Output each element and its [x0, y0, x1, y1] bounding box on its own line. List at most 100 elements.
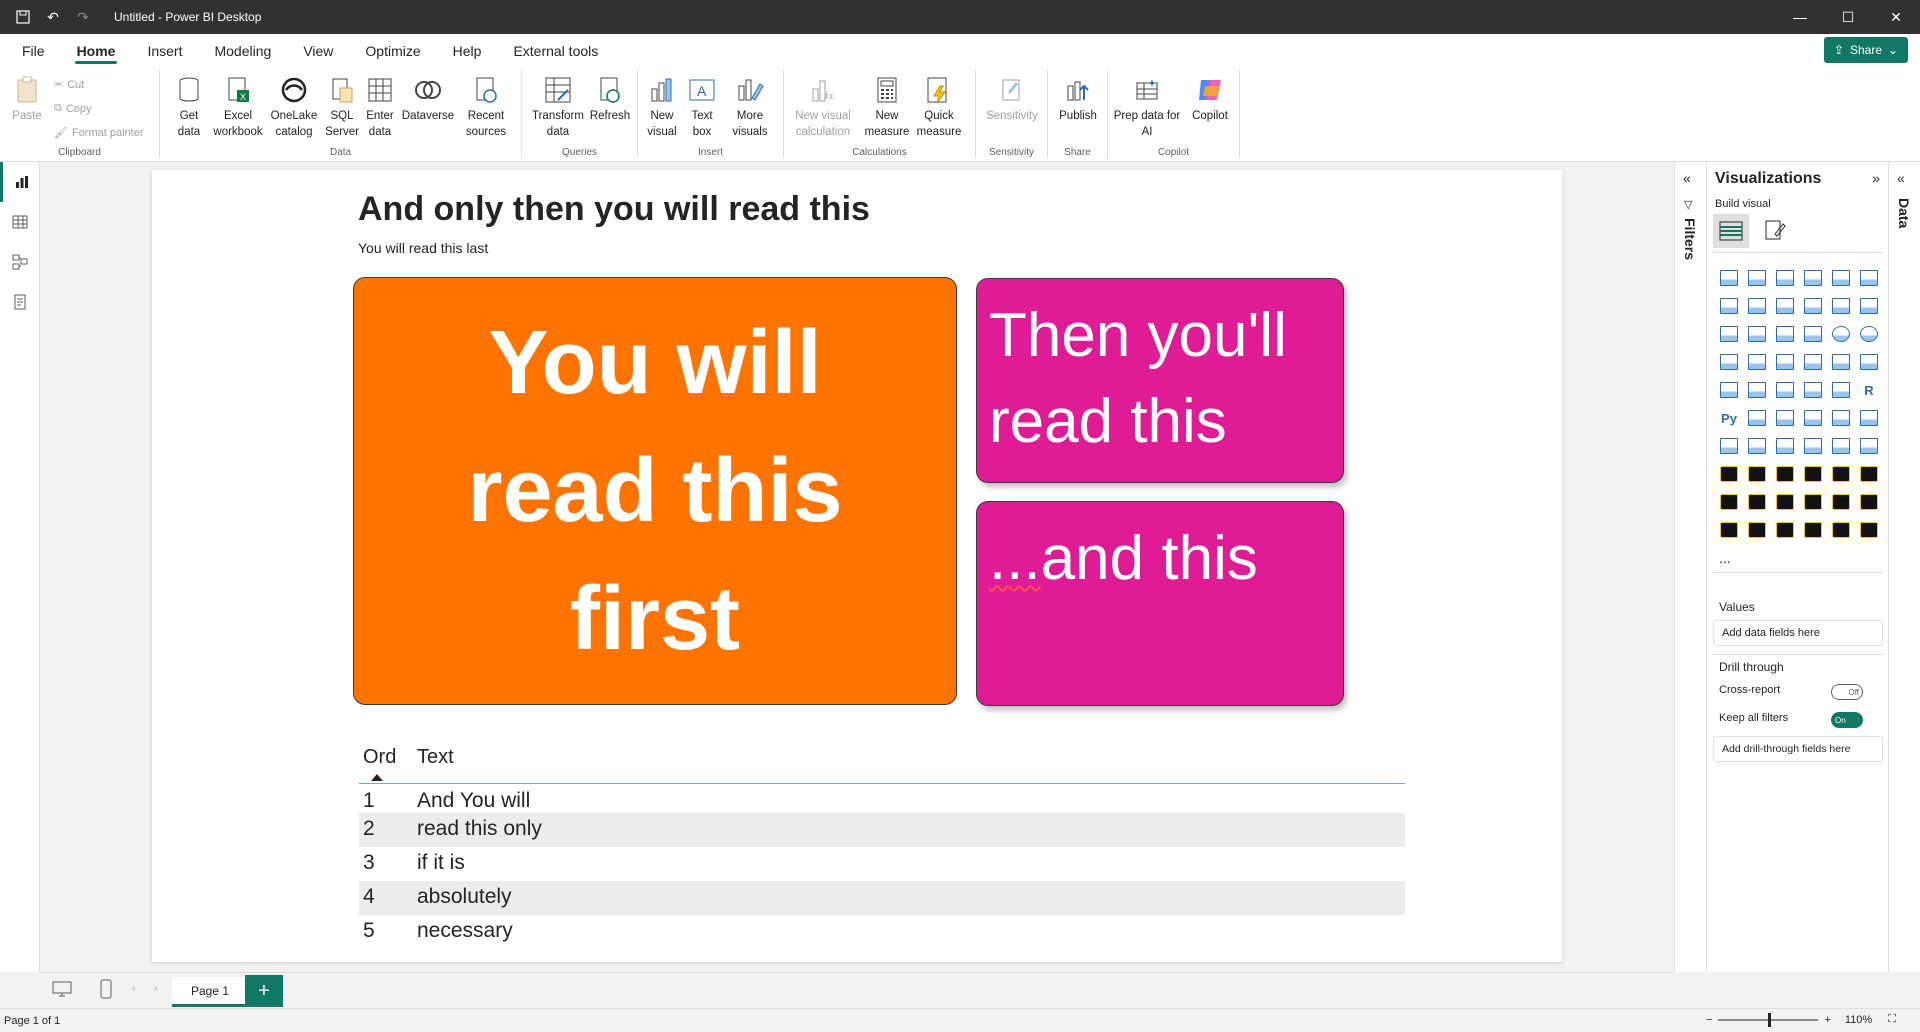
data-label[interactable]: Data [1896, 198, 1912, 228]
tab-insert[interactable]: Insert [131, 34, 198, 68]
share-button[interactable]: ⇪ Share ⌄ [1824, 37, 1908, 63]
card-icon[interactable] [1855, 348, 1883, 376]
add-page-button[interactable]: + [245, 975, 283, 1007]
new-visual-button[interactable]: New visual [642, 74, 682, 140]
custom-visual-10-icon[interactable] [1799, 488, 1827, 516]
decomposition-tree-icon[interactable] [1771, 404, 1799, 432]
pie-chart-icon[interactable] [1827, 320, 1855, 348]
excel-workbook-button[interactable]: X Excel workbook [210, 74, 266, 140]
zoom-level[interactable]: 110% [1845, 1014, 1872, 1026]
quick-measure-button[interactable]: Quick measure [914, 74, 964, 140]
100-column-chart-icon[interactable] [1855, 264, 1883, 292]
pink-text-card-bottom[interactable]: ...and this [976, 501, 1344, 706]
custom-visual-14-icon[interactable] [1743, 516, 1771, 544]
new-slicer-icon[interactable] [1827, 432, 1855, 460]
key-influencers-icon[interactable] [1743, 404, 1771, 432]
more-visuals-button[interactable]: More visuals [722, 74, 778, 140]
prep-data-for-ai-button[interactable]: Prep data for AI [1112, 74, 1182, 140]
sql-server-button[interactable]: SQL Server [324, 74, 360, 140]
stacked-bar-chart-icon[interactable] [1715, 264, 1743, 292]
power-automate-icon[interactable] [1771, 432, 1799, 460]
zoom-slider[interactable] [1718, 1012, 1819, 1027]
expand-data-icon[interactable]: « [1897, 170, 1905, 186]
cross-report-toggle[interactable]: Off [1831, 684, 1863, 700]
line-column-chart-icon[interactable] [1827, 292, 1855, 320]
previous-page-icon[interactable]: ‹ [132, 983, 135, 994]
collapse-pane-icon[interactable]: » [1872, 170, 1880, 186]
gauge-icon[interactable] [1827, 348, 1855, 376]
custom-visual-6-icon[interactable] [1855, 460, 1883, 488]
qa-icon[interactable] [1799, 404, 1827, 432]
get-data-button[interactable]: Get data [170, 74, 208, 140]
tab-optimize[interactable]: Optimize [349, 34, 436, 68]
values-field-well[interactable]: Add data fields here [1713, 620, 1883, 646]
more-icon[interactable] [1855, 432, 1883, 460]
orange-text-card[interactable]: You will read this first [353, 277, 957, 705]
refresh-button[interactable]: Refresh [588, 74, 632, 124]
maximize-icon[interactable]: ☐ [1824, 0, 1872, 34]
azure-map-icon[interactable] [1799, 348, 1827, 376]
treemap-icon[interactable] [1715, 348, 1743, 376]
expand-filters-icon[interactable]: « [1683, 170, 1691, 186]
ribbon-chart-icon[interactable] [1715, 320, 1743, 348]
sensitivity-button[interactable]: Sensitivity [982, 74, 1042, 124]
custom-visual-9-icon[interactable] [1771, 488, 1799, 516]
custom-visual-17-icon[interactable] [1827, 516, 1855, 544]
100-bar-chart-icon[interactable] [1827, 264, 1855, 292]
transform-data-button[interactable]: Transform data [530, 74, 586, 140]
tab-view[interactable]: View [287, 34, 349, 68]
table-row[interactable]: 4 absolutely [359, 881, 1405, 915]
format-visual-tab[interactable] [1763, 218, 1787, 245]
clustered-bar-chart-icon[interactable] [1771, 264, 1799, 292]
tab-home[interactable]: Home [61, 34, 132, 68]
table-row[interactable]: 5 necessary [359, 915, 1405, 949]
donut-chart-icon[interactable] [1855, 320, 1883, 348]
desktop-layout-icon[interactable] [52, 981, 72, 1000]
tab-file[interactable]: File [0, 34, 61, 68]
dax-query-view-icon[interactable] [0, 282, 40, 322]
tab-external-tools[interactable]: External tools [497, 34, 614, 68]
report-title[interactable]: And only then you will read this [358, 190, 870, 229]
copy-button[interactable]: ⧉ Copy [54, 102, 92, 115]
paginated-report-icon[interactable] [1715, 432, 1743, 460]
clustered-column-chart-icon[interactable] [1799, 264, 1827, 292]
waterfall-chart-icon[interactable] [1743, 320, 1771, 348]
custom-visual-1-icon[interactable] [1715, 460, 1743, 488]
report-page[interactable]: And only then you will read this You wil… [152, 170, 1562, 962]
onelake-catalog-button[interactable]: OneLake catalog [266, 74, 322, 140]
new-measure-button[interactable]: New measure [862, 74, 912, 140]
custom-visual-8-icon[interactable] [1743, 488, 1771, 516]
save-icon[interactable] [14, 8, 32, 26]
custom-visual-7-icon[interactable] [1715, 488, 1743, 516]
column-header-ord[interactable]: Ord [363, 746, 396, 769]
custom-visual-2-icon[interactable] [1743, 460, 1771, 488]
table-visual[interactable]: Ord Text 1 And You will 2 read this only… [353, 734, 1419, 960]
more-visuals-ellipsis[interactable]: ... [1719, 550, 1731, 566]
table-view-icon[interactable] [0, 202, 40, 242]
text-box-button[interactable]: A Text box [684, 74, 720, 140]
custom-visual-16-icon[interactable] [1799, 516, 1827, 544]
paste-button[interactable]: Paste [12, 74, 42, 124]
redo-icon[interactable]: ↷ [74, 8, 92, 26]
enter-data-button[interactable]: Enter data [362, 74, 398, 140]
funnel-chart-icon[interactable] [1771, 320, 1799, 348]
pink-text-card-top[interactable]: Then you'll read this [976, 278, 1344, 483]
scatter-chart-icon[interactable] [1799, 320, 1827, 348]
column-header-text[interactable]: Text [417, 746, 454, 769]
custom-visual-13-icon[interactable] [1715, 516, 1743, 544]
custom-visual-18-icon[interactable] [1855, 516, 1883, 544]
table-row[interactable]: 2 read this only [359, 813, 1405, 847]
slicer-icon[interactable] [1771, 376, 1799, 404]
zoom-out-icon[interactable]: − [1706, 1014, 1712, 1026]
publish-button[interactable]: Publish [1054, 74, 1102, 124]
zoom-in-icon[interactable]: + [1824, 1014, 1830, 1026]
new-card-icon[interactable] [1799, 432, 1827, 460]
r-visual-icon[interactable]: R [1855, 376, 1883, 404]
stacked-column-chart-icon[interactable] [1743, 264, 1771, 292]
power-apps-icon[interactable] [1743, 432, 1771, 460]
kpi-icon[interactable] [1743, 376, 1771, 404]
report-subtitle[interactable]: You will read this last [358, 240, 488, 256]
table-row[interactable]: 3 if it is [359, 847, 1405, 881]
tab-help[interactable]: Help [437, 34, 498, 68]
multi-row-card-icon[interactable] [1715, 376, 1743, 404]
